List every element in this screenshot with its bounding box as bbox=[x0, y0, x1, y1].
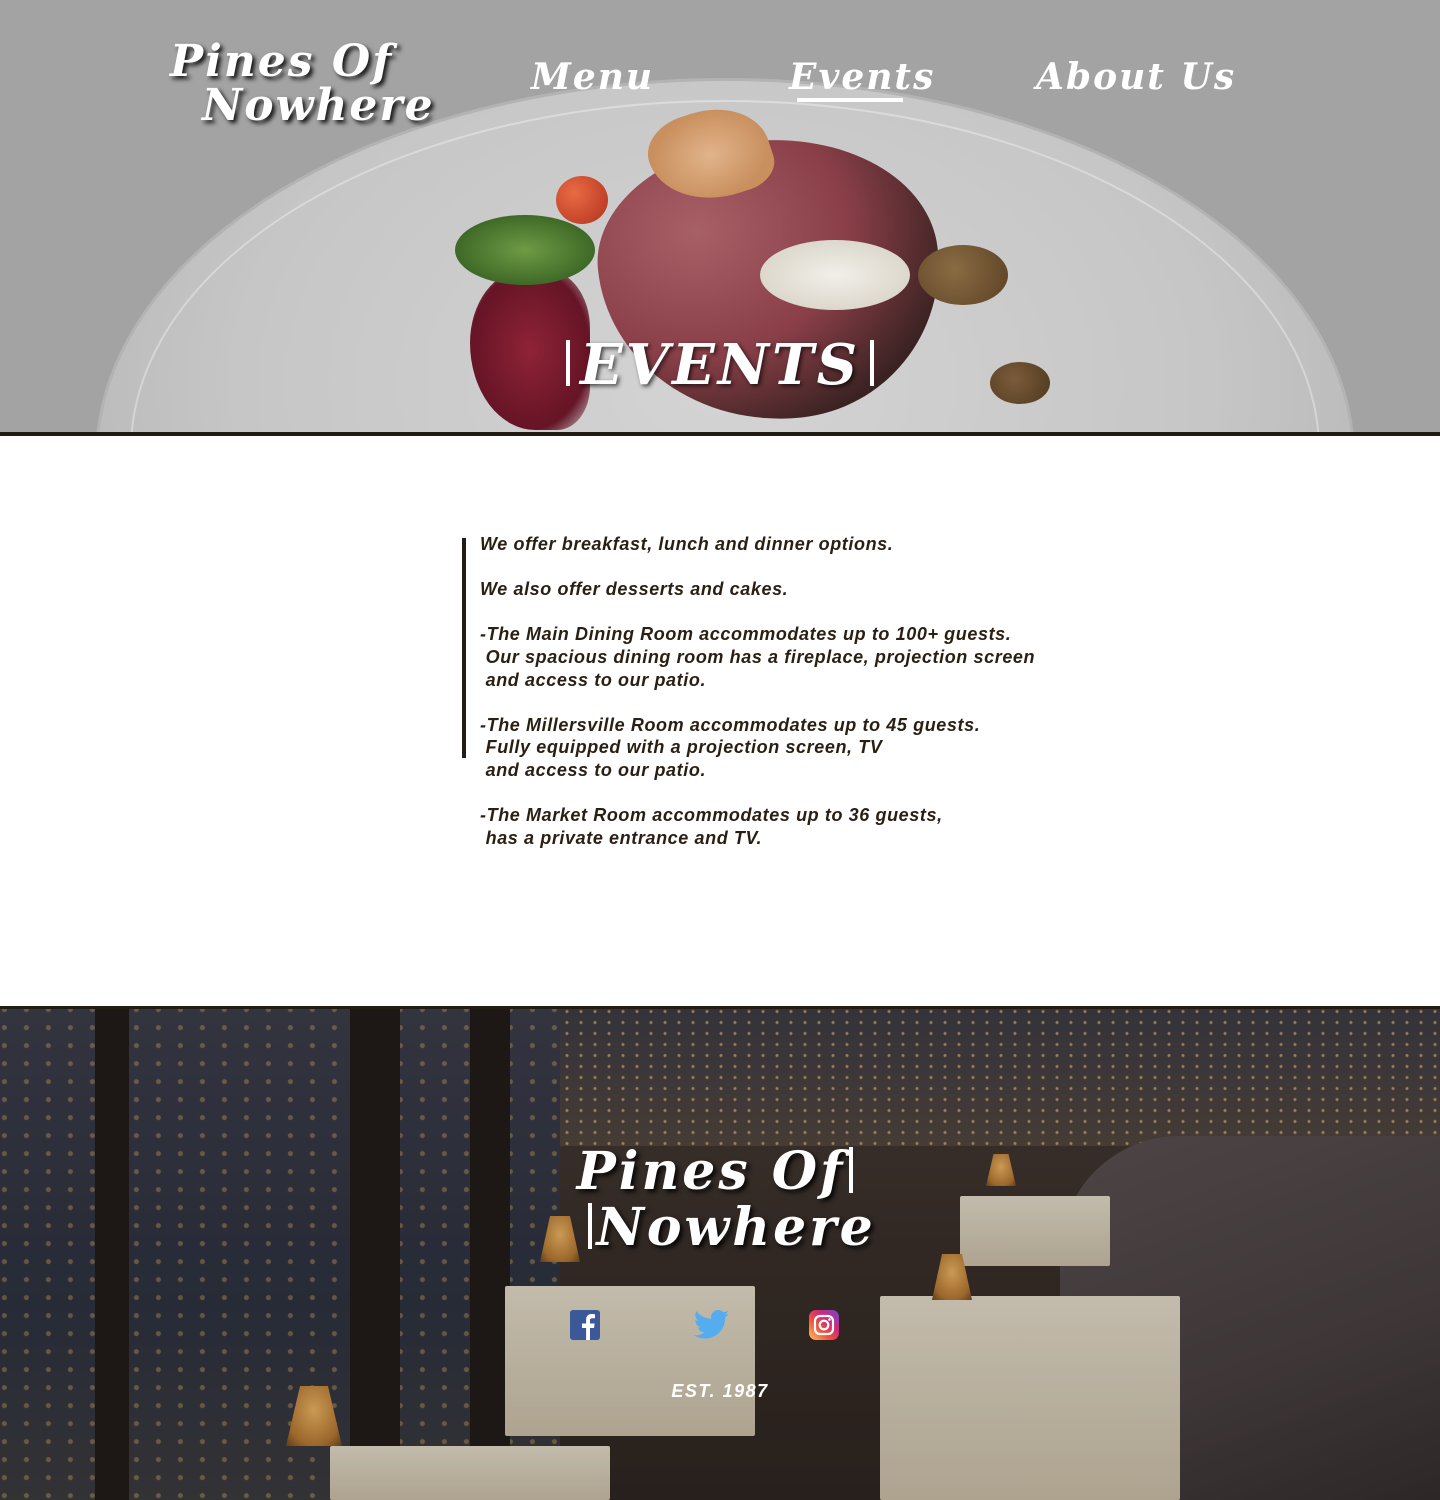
instagram-icon[interactable] bbox=[809, 1310, 839, 1340]
footer-divider bbox=[0, 1006, 1440, 1009]
site-logo[interactable]: Pines Of Nowhere bbox=[170, 40, 435, 128]
title-bar-left bbox=[565, 340, 570, 386]
footer-logo: Pines Of Nowhere bbox=[0, 1144, 1440, 1256]
nav-events[interactable]: Events bbox=[789, 56, 935, 98]
food-greens bbox=[455, 215, 595, 285]
established-year: EST. 1987 bbox=[671, 1381, 769, 1401]
events-description: We offer breakfast, lunch and dinner opt… bbox=[480, 534, 1036, 848]
twitter-icon[interactable] bbox=[693, 1310, 730, 1340]
food-cheese bbox=[760, 240, 910, 310]
facebook-icon[interactable] bbox=[570, 1310, 600, 1340]
food-sauce-dot bbox=[918, 245, 1008, 305]
nav-about-us[interactable]: About Us bbox=[1036, 56, 1236, 98]
title-bar-right bbox=[870, 340, 875, 386]
logo-line-1: Pines Of bbox=[170, 36, 394, 87]
nav-menu[interactable]: Menu bbox=[531, 56, 654, 98]
active-nav-underline bbox=[797, 98, 903, 102]
footer-logo-line-1: Pines Of bbox=[576, 1141, 846, 1202]
footer-logo-bar bbox=[849, 1147, 854, 1193]
hero-divider bbox=[0, 432, 1440, 436]
content-accent-rule bbox=[462, 538, 466, 758]
footer-logo-bar bbox=[588, 1203, 593, 1249]
page-title: EVENTS bbox=[0, 330, 1440, 400]
footer-logo-line-2: Nowhere bbox=[596, 1197, 876, 1258]
page-title-text: EVENTS bbox=[579, 332, 861, 398]
food-tomato bbox=[556, 176, 608, 224]
logo-line-2: Nowhere bbox=[202, 80, 435, 131]
